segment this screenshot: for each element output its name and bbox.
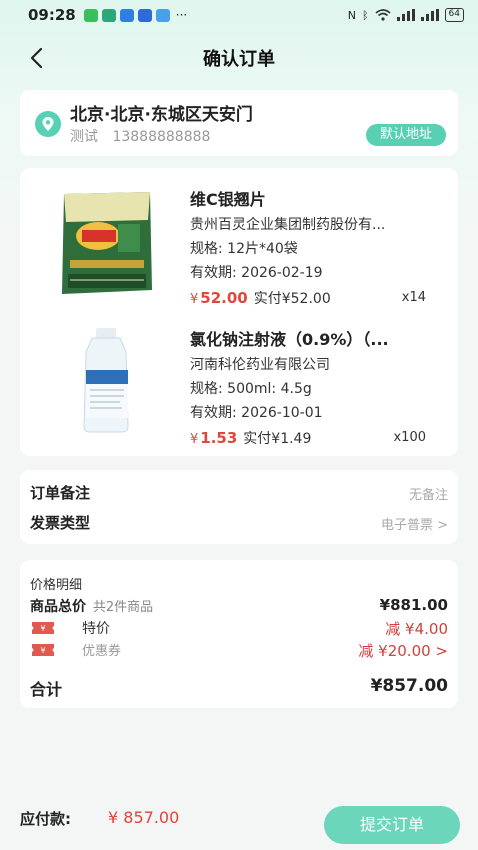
- product-item[interactable]: 维C银翘片 贵州百灵企业集团制药股份有... 规格: 12片*40袋 有效期: …: [20, 176, 458, 316]
- svg-text:¥: ¥: [40, 646, 45, 655]
- special-price-label: 特价: [82, 621, 110, 637]
- nav-bar: 确认订单: [0, 36, 478, 80]
- product-quantity: x100: [393, 430, 426, 445]
- product-expiry: 有效期: 2026-02-19: [190, 265, 323, 281]
- address-card[interactable]: 北京·北京·东城区天安门 测试 13888888888 默认地址: [20, 90, 458, 156]
- price-details-title: 价格明细: [30, 578, 83, 593]
- address-contact: 测试 13888888888: [70, 126, 220, 146]
- invoice-type-value: 电子普票 >: [380, 518, 448, 533]
- goods-total-value: ¥881.00: [379, 596, 448, 614]
- location-pin-icon: [35, 111, 61, 137]
- product-price: 1.53: [200, 429, 238, 447]
- product-price: 52.00: [200, 289, 248, 307]
- k-app-icon: [137, 8, 152, 22]
- search-app-icon: [155, 8, 170, 22]
- order-info-card: 订单备注 无备注 发票类型 电子普票 >: [20, 470, 458, 544]
- product-expiry: 有效期: 2026-10-01: [190, 405, 323, 421]
- product-quantity: x14: [401, 290, 426, 305]
- vc-yinqiao-tablet-package-image: [62, 192, 152, 294]
- price-details-card: 价格明细 商品总价 共2件商品 ¥881.00 ¥ 特价 减 ¥4.00 ¥ 优…: [20, 560, 458, 708]
- product-spec: 规格: 12片*40袋: [190, 241, 298, 257]
- nfc-icon: N: [347, 8, 356, 22]
- product-name: 维C银翘片: [190, 190, 266, 209]
- product-price-row: ¥ 1.53 实付¥1.49: [190, 428, 311, 448]
- payable-amount: ¥ 857.00: [108, 808, 180, 827]
- product-item[interactable]: 氯化钠注射液（0.9%）（... 河南科伦药业有限公司 规格: 500ml: 4…: [20, 316, 458, 456]
- signal-icon-2: [420, 9, 439, 21]
- payable-label: 应付款:: [20, 810, 71, 828]
- music-app-icon: [101, 8, 116, 22]
- battery-icon: 64: [444, 8, 464, 22]
- product-price-row: ¥ 52.00 实付¥52.00: [190, 288, 331, 308]
- price-symbol: ¥: [190, 432, 199, 447]
- goods-count: 共2件商品: [92, 600, 154, 615]
- status-time: 09:28: [28, 6, 76, 24]
- status-indicators: N ᛒ 64: [348, 8, 464, 22]
- saline-injection-bottle-image: [83, 328, 129, 433]
- coupon-label: 优惠券: [82, 644, 122, 659]
- more-notifications-icon: ···: [175, 8, 188, 22]
- status-bar: 09:28 ··· N ᛒ 64: [0, 0, 478, 30]
- coupon-tag-icon: ¥: [32, 644, 54, 656]
- special-price-tag-icon: ¥: [32, 622, 54, 634]
- contact-phone: 13888888888: [112, 129, 211, 145]
- product-actual-paid: 实付¥52.00: [253, 291, 331, 307]
- sum-label: 合计: [30, 680, 63, 699]
- goods-total-text: 商品总价: [30, 599, 86, 615]
- special-price-discount: 减 ¥4.00: [385, 620, 448, 638]
- wifi-icon: [375, 9, 391, 21]
- goods-total-label: 商品总价 共2件商品: [30, 596, 153, 616]
- sum-value: ¥857.00: [370, 676, 448, 696]
- signal-icon: [396, 9, 415, 21]
- order-remark-label: 订单备注: [30, 484, 91, 502]
- order-remark-value: 无备注: [408, 488, 448, 503]
- address-location: 北京·北京·东城区天安门: [70, 105, 253, 125]
- bluetooth-icon: ᛒ: [361, 8, 369, 22]
- bottom-pay-bar: 应付款: ¥ 857.00 提交订单: [0, 790, 478, 850]
- product-manufacturer: 河南科伦药业有限公司: [190, 357, 330, 373]
- back-arrow-icon[interactable]: [26, 46, 48, 70]
- default-address-badge: 默认地址: [365, 124, 446, 146]
- wechat-app-icon: [83, 8, 98, 22]
- product-actual-paid: 实付¥1.49: [243, 431, 312, 447]
- product-spec: 规格: 500ml: 4.5g: [190, 381, 312, 397]
- contact-name: 测试: [70, 129, 98, 145]
- products-card: 维C银翘片 贵州百灵企业集团制药股份有... 规格: 12片*40袋 有效期: …: [20, 168, 458, 456]
- cloud-app-icon: [119, 8, 134, 22]
- submit-order-button[interactable]: 提交订单: [324, 806, 460, 844]
- product-manufacturer: 贵州百灵企业集团制药股份有...: [190, 217, 386, 233]
- coupon-discount[interactable]: 减 ¥20.00 >: [358, 640, 448, 661]
- price-symbol: ¥: [190, 292, 199, 307]
- invoice-type-label: 发票类型: [30, 514, 91, 532]
- status-app-icons: ···: [83, 8, 188, 22]
- page-title: 确认订单: [203, 49, 275, 70]
- product-name: 氯化钠注射液（0.9%）（...: [190, 330, 389, 349]
- svg-text:¥: ¥: [40, 624, 45, 633]
